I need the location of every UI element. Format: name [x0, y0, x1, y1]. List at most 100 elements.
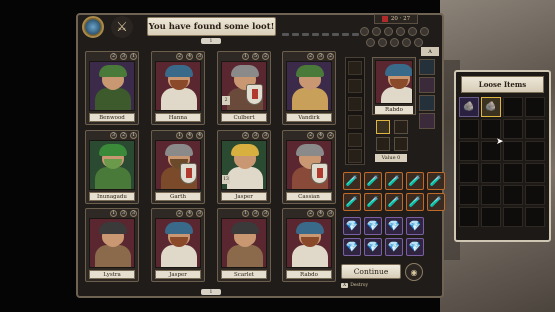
stat-badge: 2 — [176, 210, 183, 217]
bag-slot[interactable] — [348, 61, 362, 75]
equip-slot-side[interactable] — [419, 59, 435, 75]
loose-item-slot[interactable] — [525, 119, 545, 139]
stat-badge: 2 — [307, 132, 314, 139]
gem-item[interactable]: 💎 — [385, 217, 403, 235]
potion-item[interactable]: 🧪 — [427, 193, 445, 211]
stat-badge: 1 — [242, 210, 249, 217]
stat-badge: 4 — [186, 53, 193, 60]
character-portrait — [89, 61, 135, 111]
gem-item[interactable]: 💎 — [364, 217, 382, 235]
selected-character-card[interactable]: Rabdo — [372, 57, 416, 115]
loose-item-slot[interactable] — [481, 207, 501, 227]
character-card[interactable]: 321 Inunagadu — [85, 130, 139, 204]
gem-item[interactable]: 💎 — [343, 217, 361, 235]
gem-item[interactable]: 💎 — [343, 238, 361, 256]
character-portrait — [89, 140, 135, 190]
character-card[interactable]: 233 13 Jasper — [217, 130, 271, 204]
bag-slot[interactable] — [348, 115, 362, 129]
potion-item[interactable]: 🧪 — [343, 172, 361, 190]
character-card[interactable]: 133 Lystra — [85, 208, 139, 282]
character-card[interactable]: 232 Vandirk — [282, 51, 336, 125]
character-card[interactable]: 144 Garth — [151, 130, 205, 204]
bag-slot[interactable] — [348, 133, 362, 147]
key-hint-label: Destroy — [350, 282, 369, 288]
loose-item-slot[interactable] — [525, 163, 545, 183]
gem-item[interactable]: 💎 — [406, 238, 424, 256]
options-round-button[interactable]: ◉ — [405, 263, 423, 281]
stat-badge: 3 — [327, 210, 334, 217]
character-name: Benwood — [89, 113, 135, 122]
potion-item[interactable]: 🧪 — [364, 172, 382, 190]
character-card[interactable]: 243 Jasper — [151, 208, 205, 282]
resource-counter: 20 · 27 — [374, 14, 418, 24]
character-name: Rabdo — [286, 270, 332, 279]
loose-item-slot[interactable] — [503, 185, 523, 205]
character-card[interactable]: 243 Hanna — [151, 51, 205, 125]
loose-item-slot[interactable]: 🪨 — [481, 97, 501, 117]
selected-flag[interactable]: A — [421, 47, 439, 56]
loose-item-slot[interactable] — [459, 141, 479, 161]
loose-item-slot[interactable] — [525, 141, 545, 161]
level-badge: 2 — [222, 96, 230, 105]
potion-item[interactable]: 🧪 — [427, 172, 445, 190]
gem-item[interactable]: 💎 — [385, 238, 403, 256]
loose-item-slot[interactable] — [503, 207, 523, 227]
equip-slot-side[interactable] — [419, 77, 435, 93]
page-indicator-bottom[interactable]: 1 — [201, 289, 221, 295]
loose-item-slot[interactable] — [525, 207, 545, 227]
character-card[interactable]: 243 Rabdo — [282, 208, 336, 282]
loose-item-slot[interactable] — [481, 119, 501, 139]
crossed-swords-icon[interactable]: ⚔ — [111, 16, 133, 38]
equip-slot[interactable] — [394, 137, 408, 151]
continue-button[interactable]: Continue — [341, 264, 401, 279]
loose-item-slot[interactable] — [503, 163, 523, 183]
stat-badge: 2 — [307, 53, 314, 60]
equip-slot-highlighted[interactable] — [376, 120, 390, 134]
potion-item[interactable]: 🧪 — [385, 172, 403, 190]
key-hint: X Destroy — [341, 281, 368, 289]
gem-item[interactable]: 💎 — [406, 217, 424, 235]
gem-item[interactable]: 💎 — [364, 238, 382, 256]
loose-item-slot[interactable] — [459, 185, 479, 205]
equip-slot[interactable] — [394, 120, 408, 134]
loose-item-slot[interactable] — [459, 119, 479, 139]
character-card[interactable]: 231 Benwood — [85, 51, 139, 125]
loose-item-slot[interactable] — [459, 207, 479, 227]
equip-slot-side[interactable] — [419, 95, 435, 111]
resource-icon-10 — [402, 38, 411, 47]
potion-item[interactable]: 🧪 — [343, 193, 361, 211]
resource-icon-5 — [408, 27, 417, 36]
loose-item-slot[interactable] — [503, 141, 523, 161]
character-card[interactable]: 152 2 Culbert — [217, 51, 271, 125]
loose-item-slot[interactable] — [525, 185, 545, 205]
character-portrait — [155, 218, 201, 268]
loose-item-slot[interactable] — [481, 185, 501, 205]
loose-items-grid: 🪨 🪨 — [459, 97, 547, 237]
stat-badge: 2 — [307, 210, 314, 217]
mouse-cursor: ➤ — [496, 137, 504, 147]
loose-item-slot[interactable]: 🪨 — [459, 97, 479, 117]
loose-item-slot[interactable] — [459, 163, 479, 183]
bag-slot[interactable] — [348, 79, 362, 93]
potion-item[interactable]: 🧪 — [364, 193, 382, 211]
portrait-coin-icon[interactable] — [82, 16, 104, 38]
character-card[interactable]: 242 Cassian — [282, 130, 336, 204]
potion-item[interactable]: 🧪 — [385, 193, 403, 211]
loose-item-slot[interactable] — [503, 97, 523, 117]
loose-item-slot[interactable] — [481, 163, 501, 183]
loose-item-slot[interactable] — [503, 119, 523, 139]
equip-slot-side[interactable] — [419, 113, 435, 129]
bag-slot[interactable] — [348, 149, 362, 163]
equip-slot[interactable] — [376, 137, 390, 151]
character-name: Cassian — [286, 192, 332, 201]
bag-slot[interactable] — [348, 97, 362, 111]
page-indicator-top[interactable]: 1 — [201, 38, 221, 44]
potion-item[interactable]: 🧪 — [406, 193, 424, 211]
stat-badge: 1 — [110, 210, 117, 217]
potion-item[interactable]: 🧪 — [406, 172, 424, 190]
loose-item-slot[interactable] — [525, 97, 545, 117]
stat-badge: 3 — [252, 132, 259, 139]
shield-icon — [246, 84, 263, 105]
stat-badge: 3 — [110, 132, 117, 139]
character-card[interactable]: 133 Scarlet — [217, 208, 271, 282]
